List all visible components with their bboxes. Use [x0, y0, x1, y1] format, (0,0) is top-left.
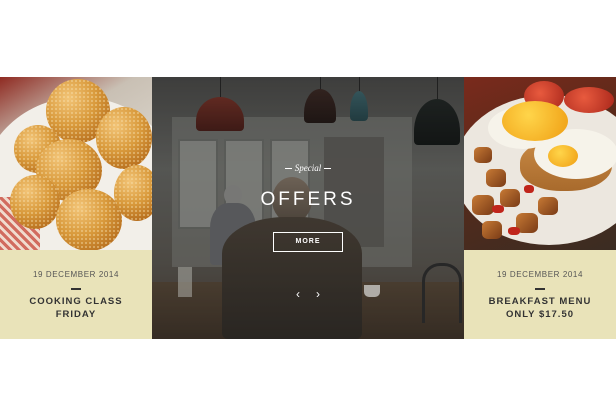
hero-kicker: Special [152, 163, 464, 173]
event-card-info: 19 DECEMBER 2014 COOKING CLASS FRIDAY [0, 250, 152, 339]
event-title-line1: BREAKFAST MENU [488, 296, 592, 307]
event-card-info: 19 DECEMBER 2014 BREAKFAST MENU ONLY $17… [464, 250, 616, 339]
more-button[interactable]: MORE [273, 232, 343, 252]
event-title[interactable]: BREAKFAST MENU ONLY $17.50 [468, 296, 612, 321]
hero-slider: Special OFFERS MORE ‹ › [152, 77, 464, 339]
chevron-right-icon[interactable]: › [311, 287, 325, 301]
hero-kicker-text: Special [294, 163, 322, 173]
event-title-line2: FRIDAY [55, 308, 97, 320]
event-title-line2: ONLY $17.50 [505, 308, 575, 320]
event-title[interactable]: COOKING CLASS FRIDAY [4, 296, 148, 321]
divider [71, 288, 81, 290]
event-date: 19 DECEMBER 2014 [496, 270, 584, 279]
event-date: 19 DECEMBER 2014 [32, 270, 120, 279]
chevron-left-icon[interactable]: ‹ [291, 287, 305, 301]
hero-title: OFFERS [260, 189, 356, 210]
event-card-cooking-class[interactable]: 19 DECEMBER 2014 COOKING CLASS FRIDAY [0, 77, 152, 339]
breakfast-plate-photo [464, 77, 616, 250]
promo-strip: 19 DECEMBER 2014 COOKING CLASS FRIDAY Sp… [0, 77, 616, 339]
divider [535, 288, 545, 290]
event-title-line1: COOKING CLASS [29, 296, 123, 307]
event-card-breakfast-menu[interactable]: 19 DECEMBER 2014 BREAKFAST MENU ONLY $17… [464, 77, 616, 339]
sesame-balls-photo [0, 77, 152, 250]
